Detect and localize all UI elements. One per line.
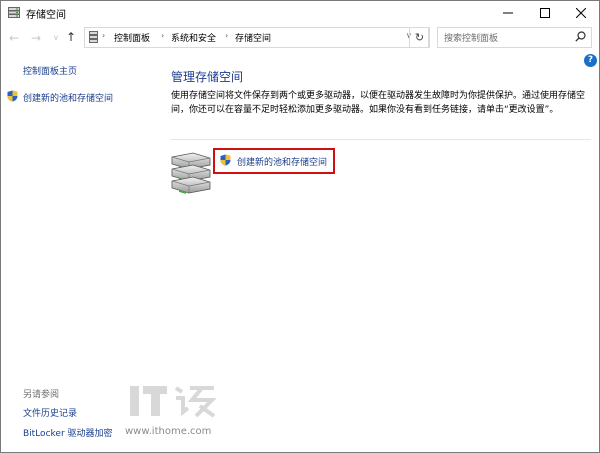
- recent-locations-chevron-icon[interactable]: ∨: [53, 33, 59, 42]
- up-arrow-icon[interactable]: ↑: [66, 30, 76, 44]
- minimize-button[interactable]: [490, 1, 526, 25]
- uac-shield-icon: [7, 90, 18, 102]
- breadcrumb-chevron-icon[interactable]: ›: [161, 31, 164, 40]
- refresh-button[interactable]: ↻: [409, 27, 430, 48]
- search-input[interactable]: 搜索控制面板: [444, 31, 498, 44]
- navigation-bar: ← → ∨ ↑ › 控制面板 › 系统和安全 › 存储空间 ∨ ↻ 搜索控制面板: [1, 25, 599, 51]
- storage-drives-icon: [171, 152, 211, 194]
- maximize-button[interactable]: [527, 1, 563, 25]
- watermark-url: www.ithome.com: [125, 426, 212, 437]
- back-arrow-icon[interactable]: ←: [9, 31, 19, 45]
- storage-spaces-window: 存储空间 ← → ∨ ↑ › 控制面板 › 系统和安全 › 存储空间 ∨ ↻ 搜…: [0, 0, 600, 453]
- refresh-icon: ↻: [414, 31, 425, 44]
- search-box[interactable]: 搜索控制面板: [437, 27, 592, 48]
- minimize-icon: [503, 12, 513, 14]
- see-also-heading: 另请参阅: [23, 390, 60, 400]
- breadcrumb-chevron-icon[interactable]: ›: [225, 31, 228, 40]
- breadcrumb-system-security[interactable]: 系统和安全: [171, 31, 216, 44]
- forward-arrow-icon[interactable]: →: [31, 31, 41, 45]
- create-pool-label: 创建新的池和存储空间: [237, 158, 328, 168]
- left-create-pool-link[interactable]: 创建新的池和存储空间: [7, 90, 113, 104]
- address-bar[interactable]: › 控制面板 › 系统和安全 › 存储空间 ∨: [84, 27, 429, 48]
- breadcrumb-control-panel[interactable]: 控制面板: [114, 31, 150, 44]
- uac-shield-icon: [220, 154, 231, 166]
- window-title: 存储空间: [26, 10, 66, 21]
- storage-spaces-icon: [8, 7, 20, 18]
- divider: [171, 139, 591, 140]
- breadcrumb-storage-spaces[interactable]: 存储空间: [235, 31, 271, 44]
- bitlocker-link[interactable]: BitLocker 驱动器加密: [23, 426, 113, 439]
- help-button[interactable]: ?: [584, 54, 597, 67]
- breadcrumb-chevron-icon[interactable]: ›: [102, 31, 105, 40]
- control-panel-home-link[interactable]: 控制面板主页: [23, 64, 77, 77]
- left-create-pool-label: 创建新的池和存储空间: [23, 94, 114, 104]
- title-bar: 存储空间: [1, 1, 599, 25]
- close-button[interactable]: [563, 1, 599, 25]
- ithome-logo: [130, 386, 217, 418]
- search-icon[interactable]: [575, 31, 586, 42]
- page-title: 管理存储空间: [171, 70, 244, 84]
- storage-spaces-icon: [89, 31, 98, 43]
- create-pool-link[interactable]: 创建新的池和存储空间: [213, 148, 335, 174]
- file-history-link[interactable]: 文件历史记录: [23, 406, 77, 419]
- close-icon: [576, 8, 586, 18]
- page-description: 使用存储空间将文件保存到两个或更多驱动器，以便在驱动器发生故障时为你提供保护。通…: [171, 91, 586, 115]
- maximize-icon: [540, 8, 550, 18]
